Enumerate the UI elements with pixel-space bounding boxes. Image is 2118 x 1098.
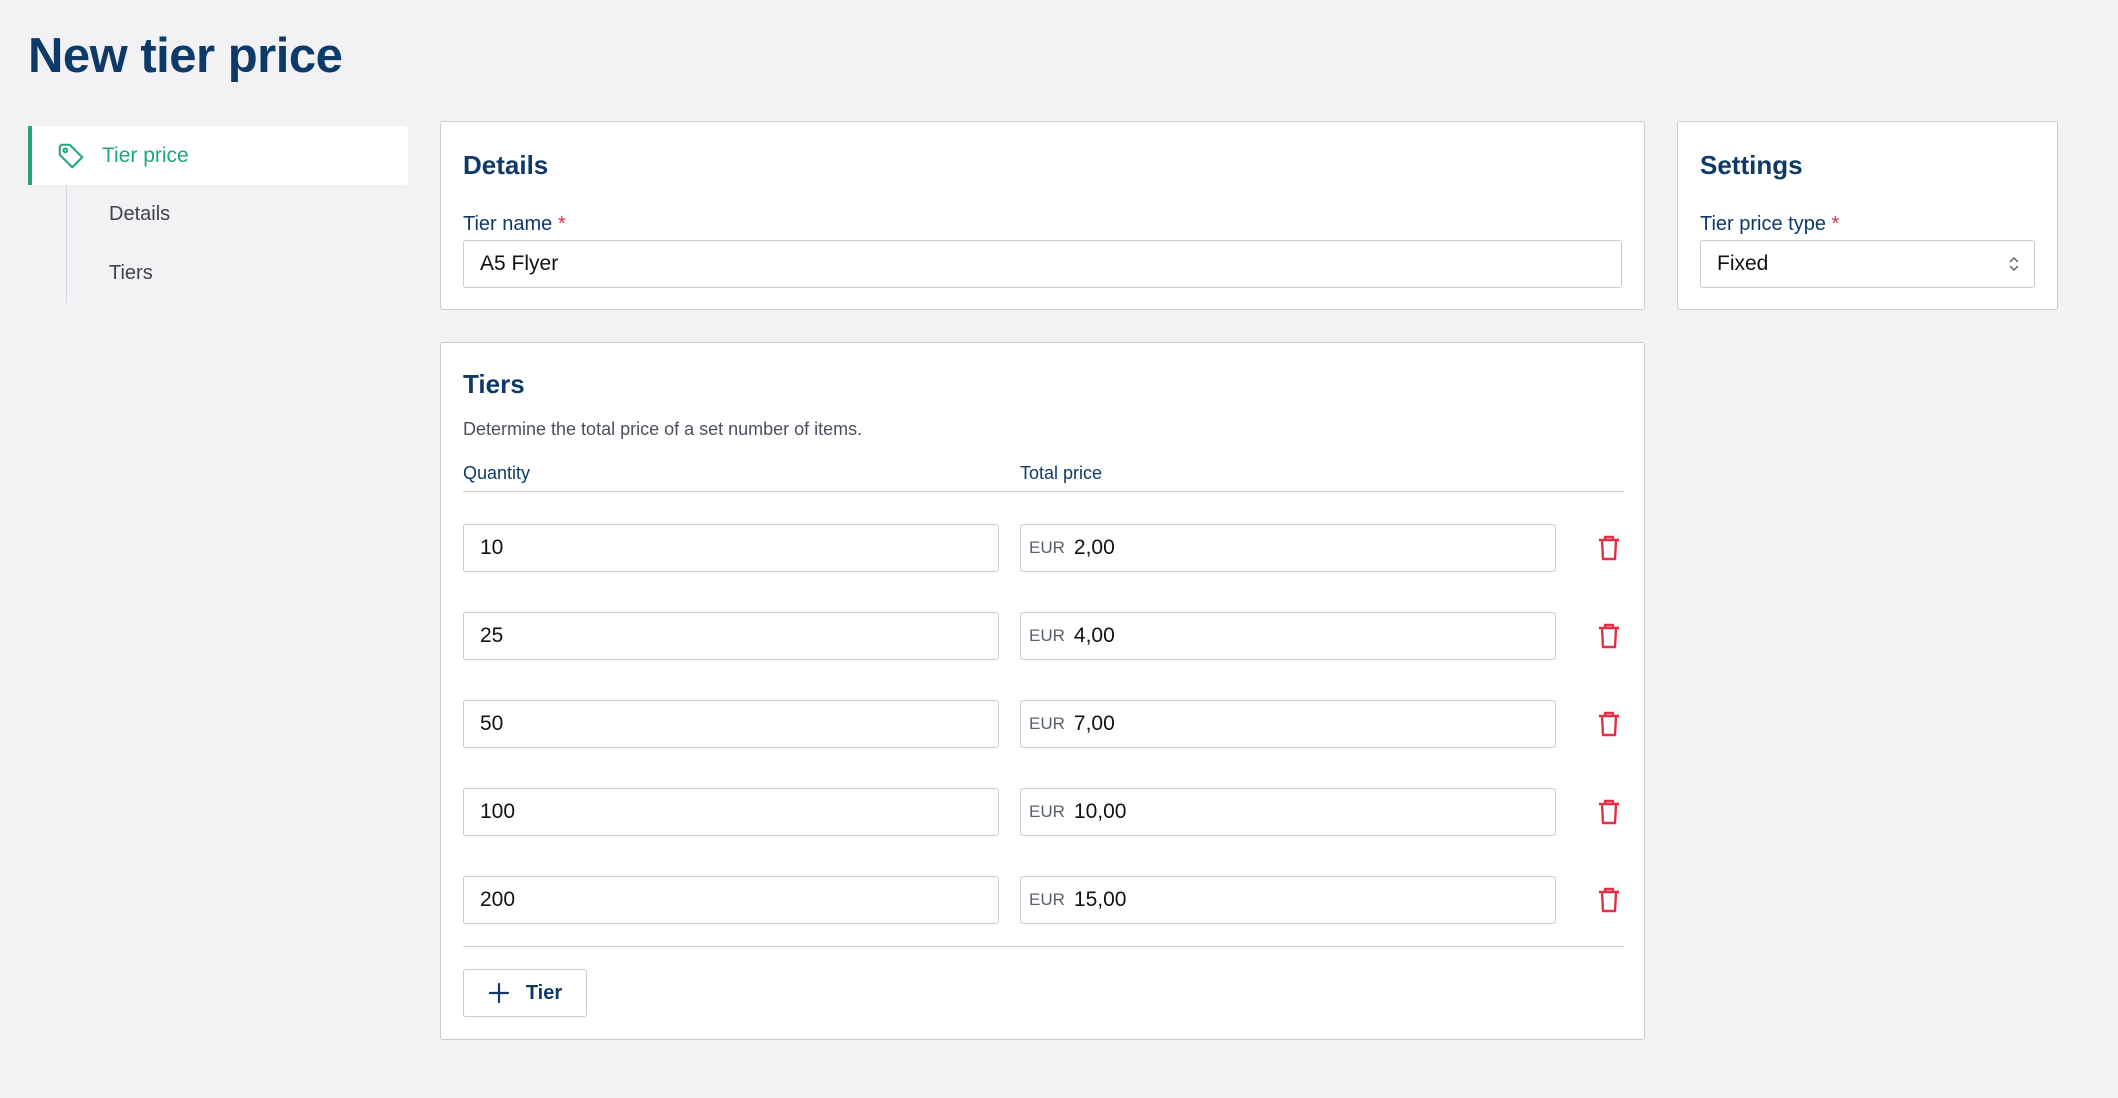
details-card: Details Tier name * A5 Flyer bbox=[440, 121, 1645, 310]
quantity-input[interactable]: 50 bbox=[463, 700, 999, 748]
price-value: 15,00 bbox=[1073, 888, 1127, 911]
tier-name-label: Tier name * bbox=[463, 213, 566, 236]
page-title: New tier price bbox=[28, 29, 343, 83]
price-value: 10,00 bbox=[1073, 800, 1127, 823]
quantity-value: 50 bbox=[480, 712, 504, 735]
currency-prefix: EUR bbox=[1029, 714, 1065, 733]
quantity-value: 10 bbox=[480, 536, 504, 559]
tier-name-label-text: Tier name bbox=[463, 213, 553, 235]
tier-name-input[interactable]: A5 Flyer bbox=[463, 240, 1622, 288]
tier-row: 100 EUR 10,00 bbox=[463, 788, 1624, 836]
currency-prefix: EUR bbox=[1029, 626, 1065, 645]
sidebar-item-tiers[interactable]: Tiers bbox=[67, 244, 408, 303]
quantity-value: 100 bbox=[480, 800, 516, 823]
settings-title: Settings bbox=[1700, 150, 1803, 180]
trash-icon[interactable] bbox=[1596, 886, 1622, 914]
trash-icon[interactable] bbox=[1596, 622, 1622, 650]
tier-row: 200 EUR 15,00 bbox=[463, 876, 1624, 924]
tier-price-type-label: Tier price type * bbox=[1700, 213, 1839, 236]
add-tier-label: Tier bbox=[525, 981, 563, 1004]
quantity-input[interactable]: 100 bbox=[463, 788, 999, 836]
currency-prefix: EUR bbox=[1029, 802, 1065, 821]
add-tier-button[interactable]: Tier bbox=[463, 969, 587, 1017]
trash-icon[interactable] bbox=[1596, 710, 1622, 738]
quantity-column-header: Quantity bbox=[463, 463, 531, 483]
total-price-input[interactable]: EUR 15,00 bbox=[1020, 876, 1556, 924]
sidebar-item-tier-price[interactable]: Tier price bbox=[28, 126, 408, 185]
required-mark: * bbox=[1831, 213, 1840, 235]
plus-icon bbox=[488, 982, 509, 1004]
tier-price-type-value: Fixed bbox=[1717, 252, 1769, 275]
currency-prefix: EUR bbox=[1029, 890, 1065, 909]
tier-row: 50 EUR 7,00 bbox=[463, 700, 1624, 748]
tiers-card: Tiers Determine the total price of a set… bbox=[440, 342, 1645, 1040]
quantity-input[interactable]: 10 bbox=[463, 524, 999, 572]
quantity-input[interactable]: 25 bbox=[463, 612, 999, 660]
quantity-input[interactable]: 200 bbox=[463, 876, 999, 924]
total-price-column-header: Total price bbox=[1020, 463, 1103, 483]
details-title: Details bbox=[463, 150, 549, 180]
settings-card: Settings Tier price type * Fixed bbox=[1677, 121, 2058, 310]
tag-icon bbox=[58, 143, 84, 168]
total-price-input[interactable]: EUR 4,00 bbox=[1020, 612, 1556, 660]
price-value: 4,00 bbox=[1073, 624, 1115, 647]
price-value: 2,00 bbox=[1073, 536, 1115, 559]
sidebar-item-details[interactable]: Details bbox=[67, 185, 408, 244]
quantity-value: 200 bbox=[480, 888, 516, 911]
tier-price-type-label-text: Tier price type bbox=[1700, 213, 1826, 235]
total-price-input[interactable]: EUR 7,00 bbox=[1020, 700, 1556, 748]
total-price-input[interactable]: EUR 10,00 bbox=[1020, 788, 1556, 836]
sidebar-item-label: Tier price bbox=[102, 143, 189, 167]
trash-icon[interactable] bbox=[1596, 798, 1622, 826]
tiers-description: Determine the total price of a set numbe… bbox=[463, 419, 863, 439]
total-price-input[interactable]: EUR 2,00 bbox=[1020, 524, 1556, 572]
tiers-title: Tiers bbox=[463, 369, 525, 399]
required-mark: * bbox=[557, 213, 566, 235]
sidebar-subnav: Details Tiers bbox=[66, 185, 408, 303]
currency-prefix: EUR bbox=[1029, 538, 1065, 557]
price-value: 7,00 bbox=[1073, 712, 1115, 735]
tier-name-value: A5 Flyer bbox=[480, 252, 559, 275]
tier-row: 10 EUR 2,00 bbox=[463, 524, 1624, 572]
sidebar: Tier price Details Tiers bbox=[28, 126, 408, 303]
tier-row: 25 EUR 4,00 bbox=[463, 612, 1624, 660]
chevron-up-down-icon bbox=[2009, 257, 2019, 271]
tier-price-type-select[interactable]: Fixed bbox=[1700, 240, 2035, 288]
quantity-value: 25 bbox=[480, 624, 504, 647]
header-divider bbox=[463, 491, 1624, 492]
rows-divider bbox=[463, 946, 1624, 947]
trash-icon[interactable] bbox=[1596, 534, 1622, 562]
